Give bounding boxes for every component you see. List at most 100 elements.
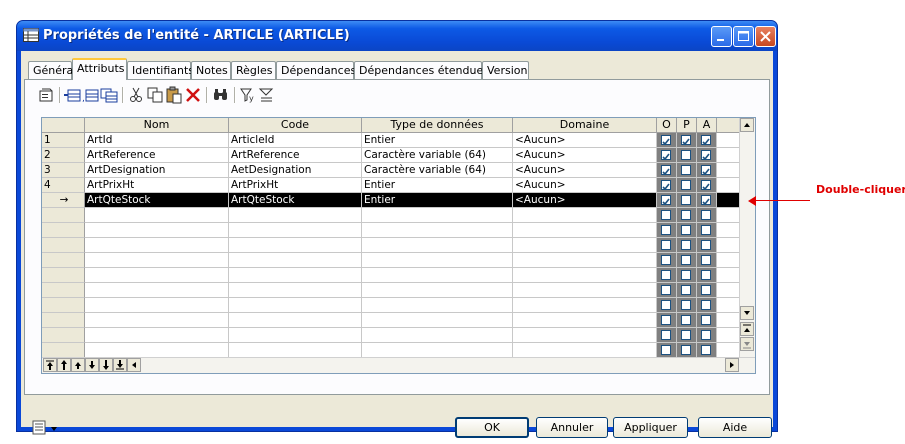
checkbox-p[interactable]	[681, 330, 691, 340]
delete-icon[interactable]	[184, 86, 202, 104]
cell-domaine[interactable]	[513, 328, 657, 343]
cell-type[interactable]: Entier	[362, 193, 513, 208]
scroll-right-button[interactable]	[725, 358, 739, 372]
row-number[interactable]	[42, 328, 85, 343]
close-window-button[interactable]	[755, 26, 776, 47]
move-page-up-button[interactable]	[57, 358, 71, 372]
cell-nom[interactable]: ArtReference	[85, 148, 229, 163]
checkbox-p[interactable]	[681, 240, 691, 250]
scroll-top-button[interactable]	[740, 322, 754, 336]
insert-row-icon[interactable]	[64, 86, 82, 104]
checkbox-p[interactable]	[681, 135, 691, 146]
tab-dependances-etendues[interactable]: Dépendances étendues	[354, 61, 489, 79]
empty-row[interactable]	[42, 328, 743, 343]
tab-general[interactable]: Général	[28, 61, 76, 79]
cell-code[interactable]	[229, 223, 362, 238]
checkbox-o[interactable]	[661, 150, 671, 161]
move-bottom-button[interactable]	[113, 358, 127, 372]
cell-type[interactable]	[362, 298, 513, 313]
empty-row[interactable]	[42, 298, 743, 313]
column-header-a[interactable]: A	[697, 118, 717, 133]
cell-type[interactable]: Entier	[362, 178, 513, 193]
cut-icon[interactable]	[127, 86, 145, 104]
scroll-down-button[interactable]	[740, 306, 754, 320]
cell-domaine[interactable]	[513, 313, 657, 328]
scroll-up-button[interactable]	[740, 118, 754, 132]
find-icon[interactable]	[212, 86, 230, 104]
checkbox-a[interactable]	[701, 195, 711, 206]
table-row[interactable]: 1 ArtId ArticleId Entier <Aucun>	[42, 133, 743, 148]
tab-attributs[interactable]: Attributs	[72, 58, 127, 80]
cell-nom[interactable]	[85, 343, 229, 358]
cell-domaine[interactable]	[513, 238, 657, 253]
row-number[interactable]	[42, 268, 85, 283]
checkbox-o[interactable]	[661, 210, 671, 220]
tab-identifiants[interactable]: Identifiants	[127, 61, 194, 79]
checkbox-o[interactable]	[661, 180, 671, 191]
cell-nom[interactable]	[85, 313, 229, 328]
move-top-button[interactable]	[43, 358, 57, 372]
checkbox-a[interactable]	[701, 165, 711, 176]
checkbox-p[interactable]	[681, 315, 691, 325]
empty-row[interactable]	[42, 208, 743, 223]
checkbox-o[interactable]	[661, 345, 671, 355]
cell-nom[interactable]	[85, 238, 229, 253]
cell-code[interactable]	[229, 208, 362, 223]
checkbox-a[interactable]	[701, 315, 711, 325]
cell-nom[interactable]	[85, 328, 229, 343]
row-number[interactable]: 3	[42, 163, 85, 178]
cell-code[interactable]: ArticleId	[229, 133, 362, 148]
cell-code[interactable]	[229, 313, 362, 328]
cell-domaine[interactable]	[513, 253, 657, 268]
column-header-nom[interactable]: Nom	[85, 118, 229, 133]
cell-code[interactable]: AetDesignation	[229, 163, 362, 178]
cell-code[interactable]	[229, 283, 362, 298]
cell-nom[interactable]	[85, 223, 229, 238]
row-number[interactable]	[42, 223, 85, 238]
checkbox-a[interactable]	[701, 270, 711, 280]
checkbox-p[interactable]	[681, 195, 691, 205]
cell-type[interactable]	[362, 268, 513, 283]
cell-nom[interactable]	[85, 253, 229, 268]
add-attributes-icon[interactable]	[100, 86, 118, 104]
move-up-button[interactable]	[71, 358, 85, 372]
cell-type[interactable]	[362, 223, 513, 238]
checkbox-a[interactable]	[701, 135, 711, 146]
checkbox-o[interactable]	[661, 165, 671, 176]
sort-icon[interactable]	[258, 86, 276, 104]
checkbox-a[interactable]	[701, 180, 711, 191]
cell-nom[interactable]: ArtQteStock	[85, 193, 229, 208]
cell-domaine[interactable]: <Aucun>	[513, 163, 657, 178]
cell-domaine[interactable]	[513, 223, 657, 238]
empty-row[interactable]	[42, 238, 743, 253]
checkbox-o[interactable]	[661, 255, 671, 265]
row-number[interactable]	[42, 283, 85, 298]
checkbox-o[interactable]	[661, 225, 671, 235]
properties-icon[interactable]	[38, 86, 56, 104]
cell-type[interactable]	[362, 328, 513, 343]
cell-code[interactable]	[229, 238, 362, 253]
table-row[interactable]: 2 ArtReference ArtReference Caractère varia…	[42, 148, 743, 163]
checkbox-p[interactable]	[681, 225, 691, 235]
checkbox-o[interactable]	[661, 330, 671, 340]
column-header-domaine[interactable]: Domaine	[513, 118, 657, 133]
cell-type[interactable]: Caractère variable (64)	[362, 163, 513, 178]
cell-code[interactable]	[229, 328, 362, 343]
cell-type[interactable]: Caractère variable (64)	[362, 148, 513, 163]
checkbox-a[interactable]	[701, 285, 711, 295]
cell-type[interactable]	[362, 238, 513, 253]
move-down-button[interactable]	[85, 358, 99, 372]
cancel-button[interactable]: Annuler	[536, 417, 608, 438]
checkbox-o[interactable]	[661, 315, 671, 325]
column-header-code[interactable]: Code	[229, 118, 362, 133]
checkbox-o[interactable]	[661, 285, 671, 295]
move-page-down-button[interactable]	[99, 358, 113, 372]
checkbox-p[interactable]	[681, 165, 691, 175]
row-number[interactable]	[42, 238, 85, 253]
empty-row[interactable]	[42, 283, 743, 298]
column-header-o[interactable]: O	[657, 118, 677, 133]
cell-code[interactable]	[229, 253, 362, 268]
table-row[interactable]: 3 ArtDesignation AetDesignation Caractère v…	[42, 163, 743, 178]
cell-domaine[interactable]	[513, 343, 657, 358]
checkbox-a[interactable]	[701, 240, 711, 250]
